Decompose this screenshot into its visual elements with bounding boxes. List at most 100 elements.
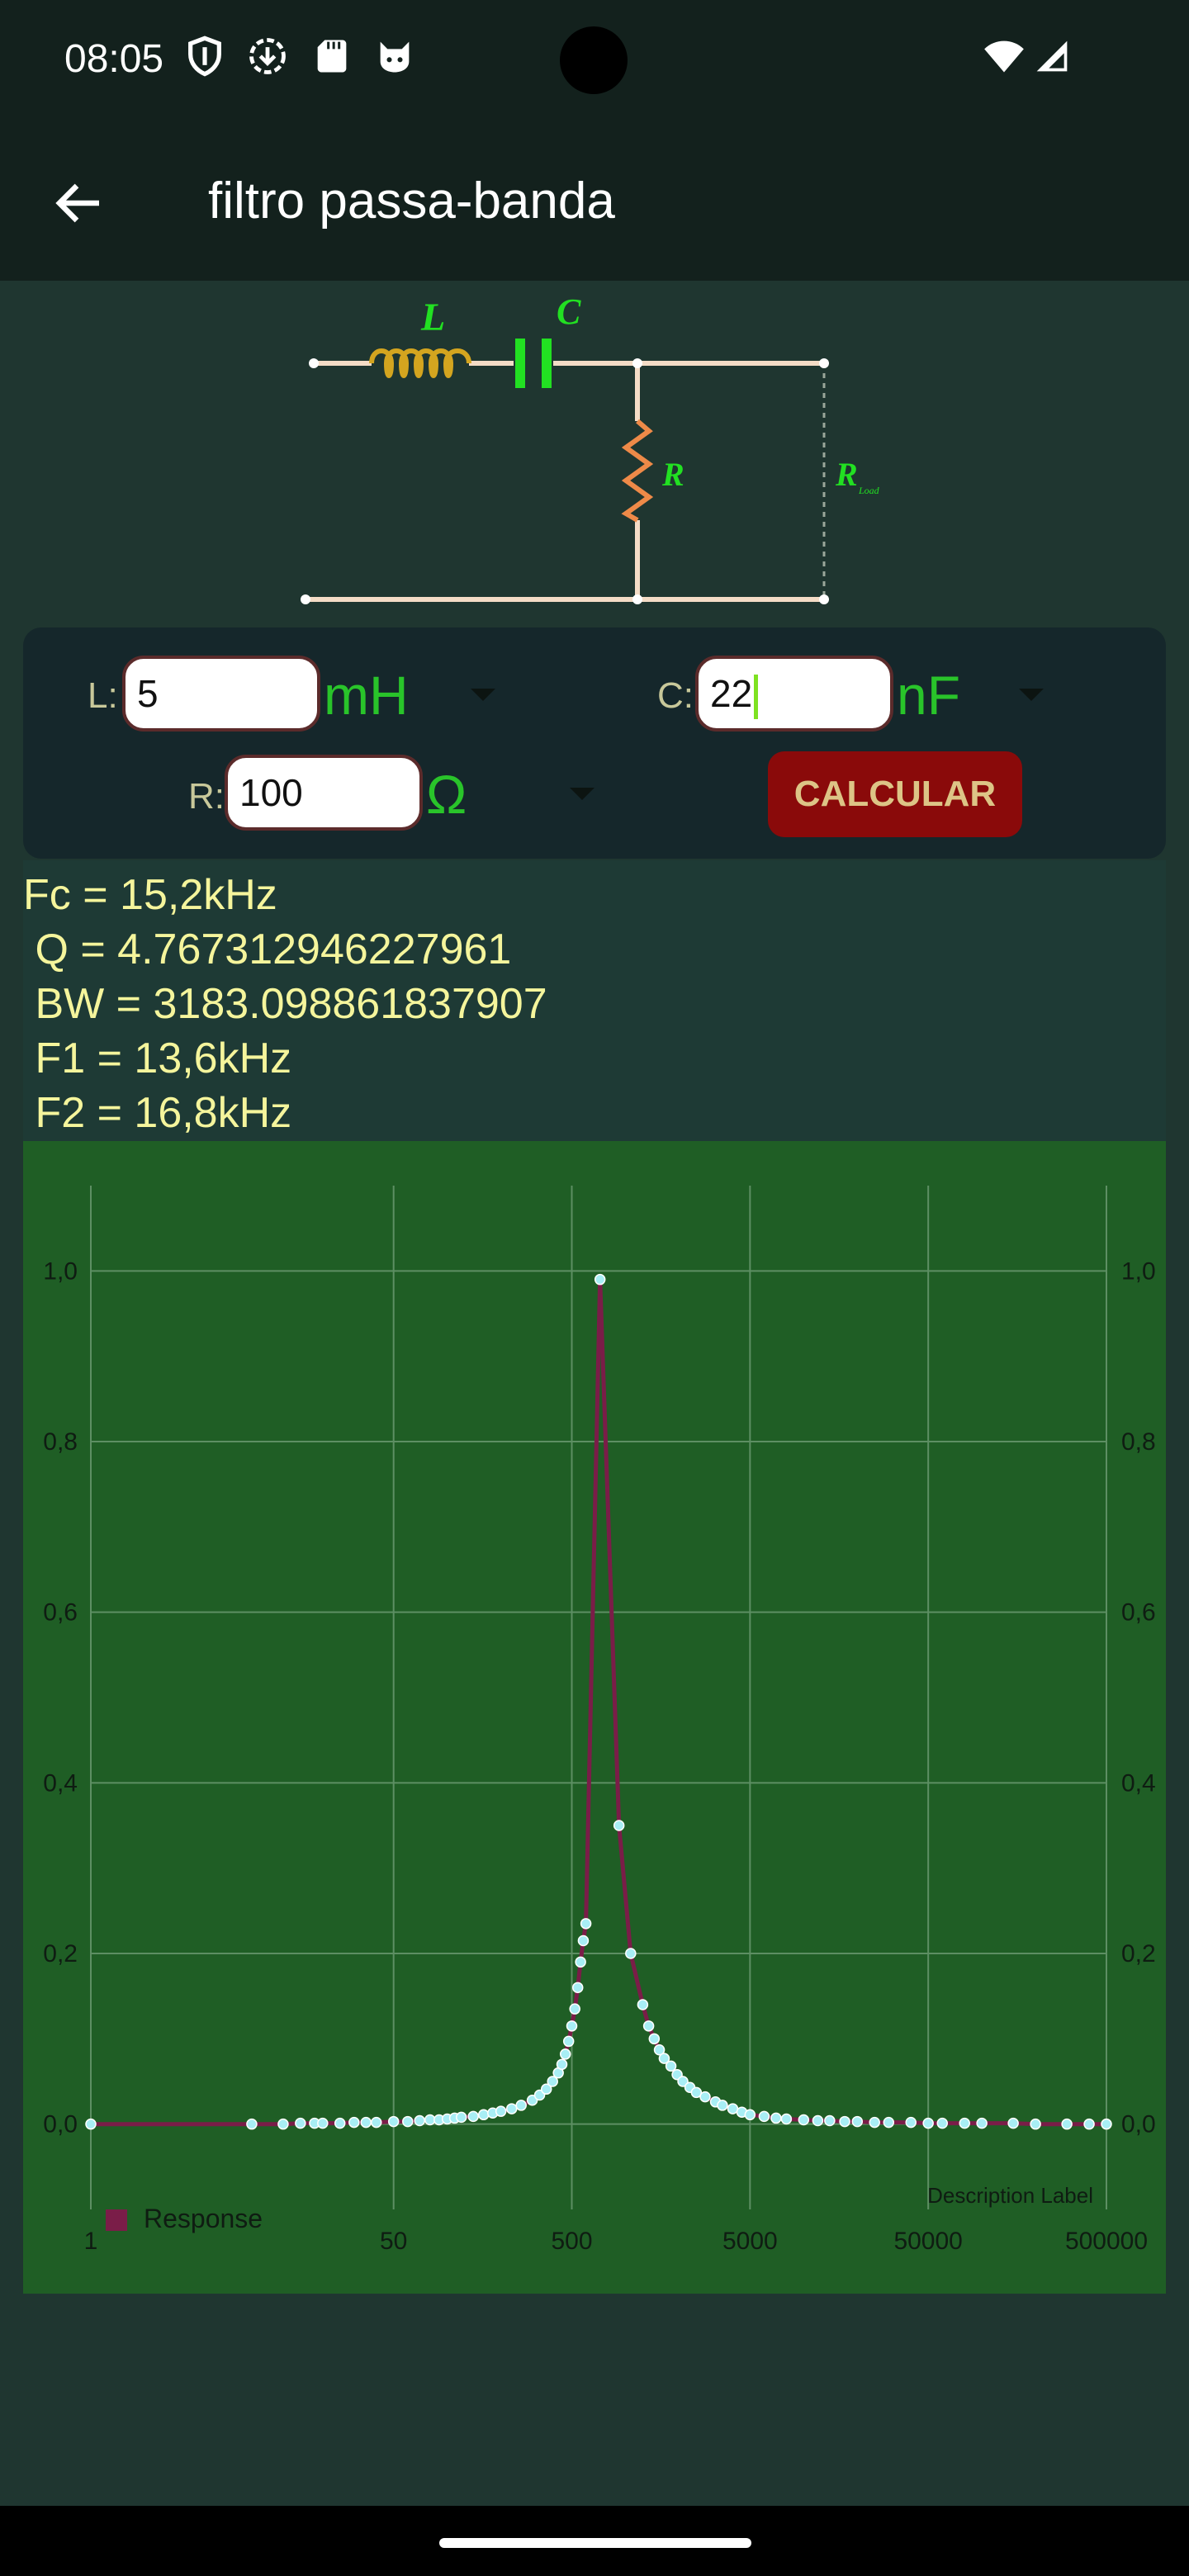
- data-point: [85, 2118, 97, 2130]
- data-point: [348, 2116, 360, 2129]
- y-tick-label-left: 0,8: [43, 1428, 78, 1456]
- data-point: [798, 2114, 810, 2126]
- data-point: [424, 2114, 436, 2126]
- c-input[interactable]: 22: [695, 656, 893, 732]
- y-tick-label-right: 1,0: [1121, 1257, 1156, 1285]
- data-point: [569, 2003, 580, 2015]
- data-point: [402, 2115, 414, 2128]
- l-unit-dropdown-icon[interactable]: [471, 689, 495, 701]
- data-point: [780, 2113, 793, 2125]
- data-point: [959, 2117, 970, 2129]
- arrow-left-icon[interactable]: [50, 173, 109, 233]
- data-point: [936, 2117, 949, 2129]
- x-tick-label: 1: [84, 2228, 98, 2255]
- data-point: [414, 2114, 425, 2127]
- data-point: [758, 2110, 770, 2123]
- data-point: [717, 2100, 728, 2111]
- data-point: [562, 2035, 575, 2048]
- c-unit-dropdown-icon[interactable]: [1019, 689, 1044, 701]
- data-point: [559, 2048, 571, 2060]
- data-point: [246, 2118, 258, 2130]
- label-r: R: [661, 456, 685, 493]
- l-label: L:: [88, 675, 118, 716]
- data-point: [613, 1820, 625, 1831]
- x-tick-label: 500: [551, 2228, 592, 2255]
- r-unit-dropdown-icon[interactable]: [570, 788, 594, 800]
- y-tick-label-left: 0,2: [43, 1940, 78, 1968]
- shield-icon: [188, 36, 221, 77]
- response-chart-svg: 0,0 0,2 0,4 0,6 0,8 1,0 0,0 0,2 0,4 0,6 0,8 1,0 1 5…: [43, 1186, 1156, 2255]
- data-point: [922, 2117, 934, 2129]
- wifi-icon: [984, 40, 1024, 73]
- data-point: [699, 2091, 711, 2103]
- data-point: [360, 2116, 372, 2129]
- label-rload-sub: Load: [858, 485, 880, 496]
- data-point: [665, 2060, 677, 2072]
- y-tick-label-right: 0,0: [1121, 2111, 1156, 2138]
- data-point: [744, 2109, 756, 2121]
- r-input[interactable]: 100: [225, 755, 423, 831]
- data-point: [625, 1948, 637, 1959]
- r-label: R:: [188, 776, 225, 817]
- c-unit: nF: [897, 665, 961, 726]
- data-point: [1007, 2117, 1019, 2129]
- data-point: [812, 2114, 824, 2127]
- c-input-value: 22: [710, 672, 753, 715]
- data-point: [467, 2110, 479, 2123]
- data-point: [580, 1918, 592, 1930]
- page-title: filtro passa-banda: [208, 173, 615, 230]
- data-point: [727, 2103, 739, 2114]
- camera-cutout: [560, 26, 628, 94]
- data-point: [455, 2111, 467, 2124]
- signal-icon: [1036, 40, 1068, 72]
- result-bw: BW = 3183.098861837907: [23, 980, 547, 1028]
- l-unit: mH: [324, 665, 409, 726]
- y-tick-label-right: 0,8: [1121, 1428, 1156, 1456]
- data-point: [577, 1934, 590, 1947]
- data-point: [642, 2020, 655, 2032]
- data-point: [495, 2105, 507, 2117]
- circuit-diagram: L C R R Load: [301, 291, 880, 604]
- y-tick-label-left: 0,4: [43, 1769, 78, 1797]
- x-tick-label: 50: [380, 2228, 407, 2255]
- data-point: [976, 2117, 988, 2129]
- app-bar: filtro passa-banda: [0, 124, 1189, 281]
- label-c: C: [557, 291, 581, 332]
- legend-label: Response: [144, 2204, 263, 2233]
- data-point: [566, 2020, 578, 2032]
- data-point: [515, 2100, 527, 2111]
- data-point: [839, 2115, 850, 2128]
- l-input[interactable]: 5: [122, 656, 320, 732]
- description-label: Description Label: [927, 2183, 1093, 2208]
- x-tick-label: 5000: [722, 2228, 778, 2255]
- label-rload: R: [835, 456, 858, 493]
- data-point: [637, 1999, 649, 2010]
- data-point: [648, 2033, 661, 2045]
- result-f1: F1 = 13,6kHz: [23, 1035, 292, 1082]
- status-time: 08:05: [64, 37, 164, 81]
- data-point: [1030, 2118, 1041, 2130]
- data-point: [883, 2116, 895, 2129]
- home-handle[interactable]: [439, 2538, 751, 2548]
- status-bar: 08:05: [0, 0, 1189, 124]
- calcular-button[interactable]: CALCULAR: [768, 751, 1022, 837]
- result-fc: Fc = 15,2kHz: [23, 871, 277, 919]
- download-icon: [249, 38, 286, 74]
- y-tick-label-left: 1,0: [43, 1257, 78, 1285]
- data-point: [317, 2117, 329, 2129]
- data-point: [594, 1273, 606, 1286]
- cat-face-icon: [380, 41, 410, 73]
- data-point: [505, 2103, 518, 2114]
- text-cursor: [754, 674, 759, 719]
- data-point: [869, 2116, 880, 2129]
- y-tick-label-left: 0,0: [43, 2111, 78, 2138]
- data-point: [1061, 2118, 1073, 2130]
- y-tick-label-right: 0,4: [1121, 1769, 1156, 1797]
- label-l: L: [420, 296, 445, 339]
- data-point: [770, 2112, 782, 2124]
- legend-swatch: [106, 2209, 127, 2231]
- x-tick-label: 500000: [1065, 2228, 1148, 2255]
- data-point: [387, 2115, 400, 2128]
- data-point: [556, 2058, 568, 2071]
- result-q: Q = 4.767312946227961: [23, 926, 512, 973]
